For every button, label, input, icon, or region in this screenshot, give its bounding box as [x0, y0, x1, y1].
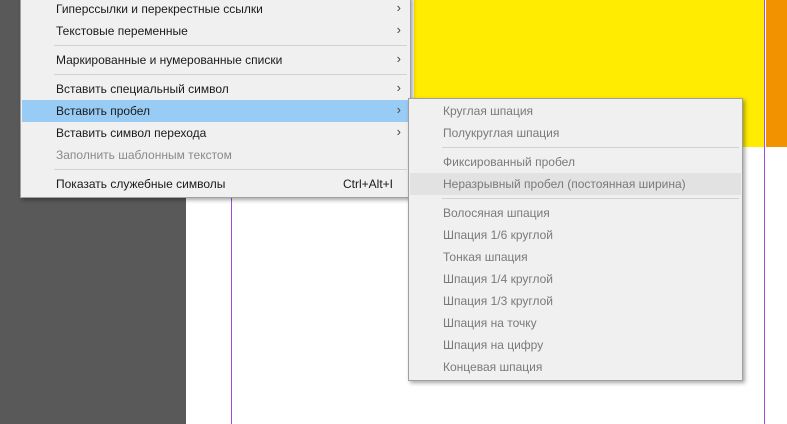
submenu-item-sixth-space[interactable]: Шпация 1/6 круглой [410, 224, 741, 246]
menu-item-insert-break-character[interactable]: Вставить символ перехода › [22, 122, 409, 144]
submenu-item-label: Волосяная шпация [443, 206, 550, 220]
submenu-item-label: Шпация 1/3 круглой [443, 294, 554, 308]
menu-item-text-variables[interactable]: Текстовые переменные › [22, 20, 409, 42]
chevron-right-icon: › [396, 124, 401, 139]
submenu-item-nonbreaking-space[interactable]: Фиксированный пробел [410, 151, 741, 173]
submenu-item-label: Полукруглая шпация [443, 126, 560, 140]
submenu-item-nonbreaking-space-fixed-width[interactable]: Неразрывный пробел (постоянная ширина) [410, 173, 741, 195]
menu-separator [442, 147, 739, 148]
submenu-item-figure-space[interactable]: Шпация на цифру [410, 334, 741, 356]
submenu-item-label: Шпация на точку [443, 316, 537, 330]
chevron-right-icon: › [396, 51, 401, 66]
menu-item-hyperlinks[interactable]: Гиперссылки и перекрестные ссылки › [22, 0, 409, 20]
submenu-item-label: Шпация 1/6 круглой [443, 228, 554, 242]
menu-item-label: Текстовые переменные [56, 24, 188, 38]
menu-item-label: Вставить символ перехода [56, 126, 207, 140]
menu-separator [54, 45, 407, 46]
orange-frame[interactable] [766, 0, 787, 147]
menu-item-insert-special-character[interactable]: Вставить специальный символ › [22, 78, 409, 100]
menu-item-label: Заполнить шаблонным текстом [56, 148, 232, 162]
chevron-right-icon: › [396, 80, 401, 95]
submenu-item-en-space[interactable]: Полукруглая шпация [410, 122, 741, 144]
menu-item-shortcut: Ctrl+Alt+I [342, 177, 393, 191]
margin-guide-right [764, 0, 765, 424]
chevron-right-icon: › [396, 22, 401, 37]
menu-item-label: Вставить специальный символ [56, 82, 229, 96]
submenu-item-punctuation-space[interactable]: Шпация на точку [410, 312, 741, 334]
submenu-item-hair-space[interactable]: Волосяная шпация [410, 202, 741, 224]
submenu-item-flush-space[interactable]: Концевая шпация [410, 356, 741, 378]
submenu-item-quarter-space[interactable]: Шпация 1/4 круглой [410, 268, 741, 290]
submenu-item-label: Тонкая шпация [443, 250, 528, 264]
submenu-item-label: Концевая шпация [443, 360, 543, 374]
menu-separator [442, 198, 739, 199]
menu-item-fill-placeholder-text: Заполнить шаблонным текстом [22, 144, 409, 166]
context-menu: Гиперссылки и перекрестные ссылки › Текс… [20, 0, 411, 198]
submenu-item-label: Неразрывный пробел (постоянная ширина) [443, 177, 686, 191]
submenu-item-label: Круглая шпация [443, 104, 534, 118]
menu-separator [54, 74, 407, 75]
submenu-item-third-space[interactable]: Шпация 1/3 круглой [410, 290, 741, 312]
menu-item-show-hidden-characters[interactable]: Показать служебные символы Ctrl+Alt+I [22, 173, 409, 195]
chevron-right-icon: › [396, 0, 401, 15]
menu-item-insert-white-space[interactable]: Вставить пробел › [22, 100, 409, 122]
submenu-item-thin-space[interactable]: Тонкая шпация [410, 246, 741, 268]
menu-item-label: Показать служебные символы [56, 177, 226, 191]
submenu-item-label: Шпация 1/4 круглой [443, 272, 554, 286]
submenu-item-label: Шпация на цифру [443, 338, 544, 352]
menu-item-label: Гиперссылки и перекрестные ссылки [56, 2, 263, 16]
submenu-item-em-space[interactable]: Круглая шпация [410, 100, 741, 122]
submenu-item-label: Фиксированный пробел [443, 155, 575, 169]
chevron-right-icon: › [396, 102, 401, 117]
menu-separator [54, 169, 407, 170]
menu-item-bullets-numbering[interactable]: Маркированные и нумерованные списки › [22, 49, 409, 71]
white-space-submenu: Круглая шпация Полукруглая шпация Фиксир… [408, 98, 743, 381]
menu-item-label: Маркированные и нумерованные списки [56, 53, 283, 67]
menu-item-label: Вставить пробел [56, 104, 151, 118]
